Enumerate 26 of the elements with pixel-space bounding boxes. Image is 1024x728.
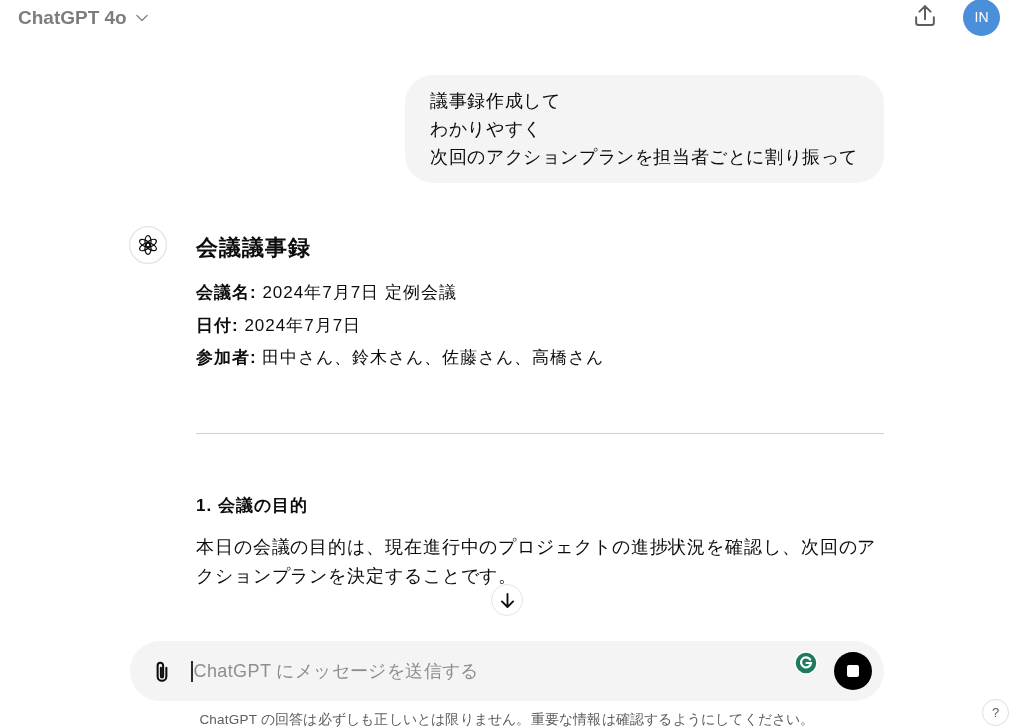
user-avatar[interactable]: IN [963,0,1000,36]
paperclip-icon [156,660,168,682]
down-arrow-icon [500,592,514,608]
user-message-line: わかりやすく [430,118,543,141]
user-message-line: 議事録作成して [430,90,562,113]
stop-button[interactable] [834,652,872,690]
minutes-detail-line: 参加者: 田中さん、鈴木さん、佐藤さん、高橋さん [196,347,606,369]
minutes-heading: 会議議事録 [196,234,312,262]
chevron-down-icon [135,14,148,22]
atom-avatar-icon [129,226,167,264]
minutes-detail-line: 日付: 2024年7月7日 [196,314,363,337]
message-composer[interactable]: ChatGPT にメッセージを送信する [130,641,884,701]
help-button[interactable]: ? [982,699,1009,726]
scroll-down-button[interactable] [491,584,523,616]
g-badge-icon [794,651,818,675]
model-selector[interactable]: ChatGPT 4o [18,3,148,33]
user-message-line: 次回のアクションプランを担当者ごとに割り振って [430,146,858,169]
section-heading: 1. 会議の目的 [196,494,309,517]
text-cursor [191,660,193,682]
section-paragraph: 本日の会議の目的は、現在進行中のプロジェクトの進捗状況を確認し、次回のアクションプランを決定することです。 [196,535,878,588]
disclaimer-text: ChatGPT の回答は必ずしも正しいとは限りません。重要な情報は確認するようにしてください。 [199,712,815,728]
share-button[interactable] [913,2,937,28]
stop-square-icon [847,665,859,677]
message-input[interactable]: ChatGPT にメッセージを送信する [192,656,826,686]
minutes-detail-line: 会議名: 2024年7月7日 定例会議 [196,282,458,304]
upload-icon [915,4,935,26]
